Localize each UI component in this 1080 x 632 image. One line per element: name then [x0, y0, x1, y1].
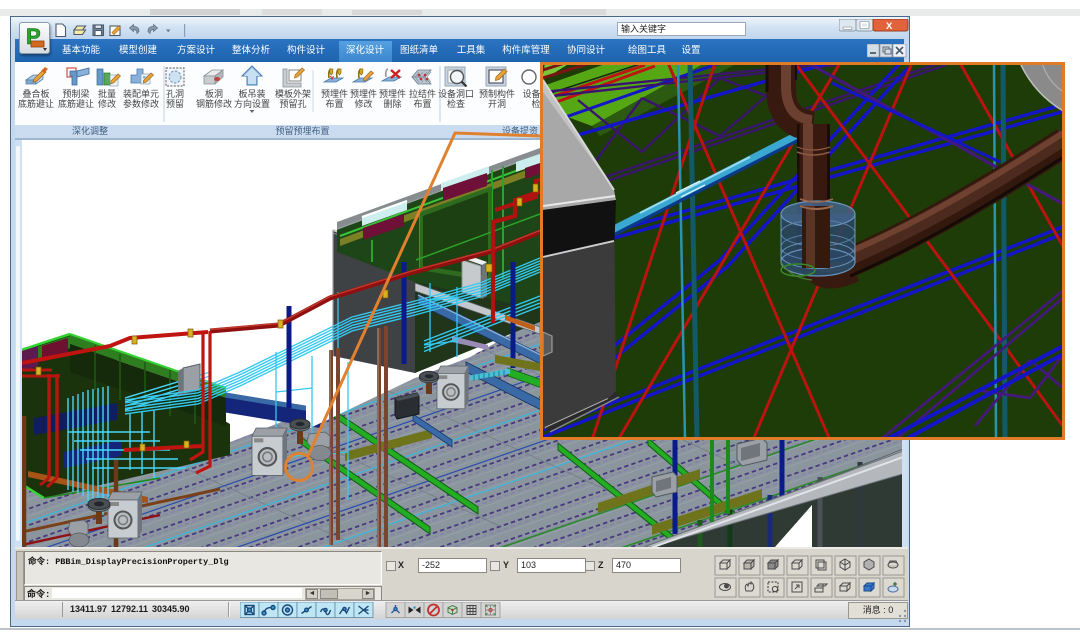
svg-text:X: X	[886, 21, 893, 32]
